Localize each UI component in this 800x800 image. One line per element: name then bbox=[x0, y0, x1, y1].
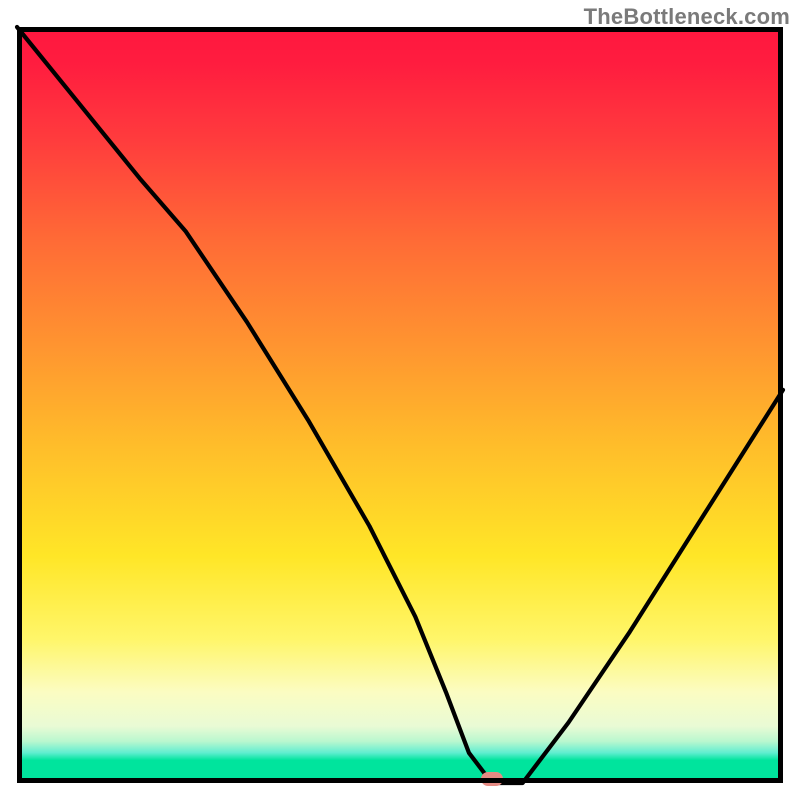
chart-container: TheBottleneck.com bbox=[0, 0, 800, 800]
bottleneck-curve bbox=[17, 27, 783, 783]
optimal-marker bbox=[481, 772, 503, 786]
watermark-label: TheBottleneck.com bbox=[584, 4, 790, 30]
plot-area bbox=[17, 27, 783, 783]
